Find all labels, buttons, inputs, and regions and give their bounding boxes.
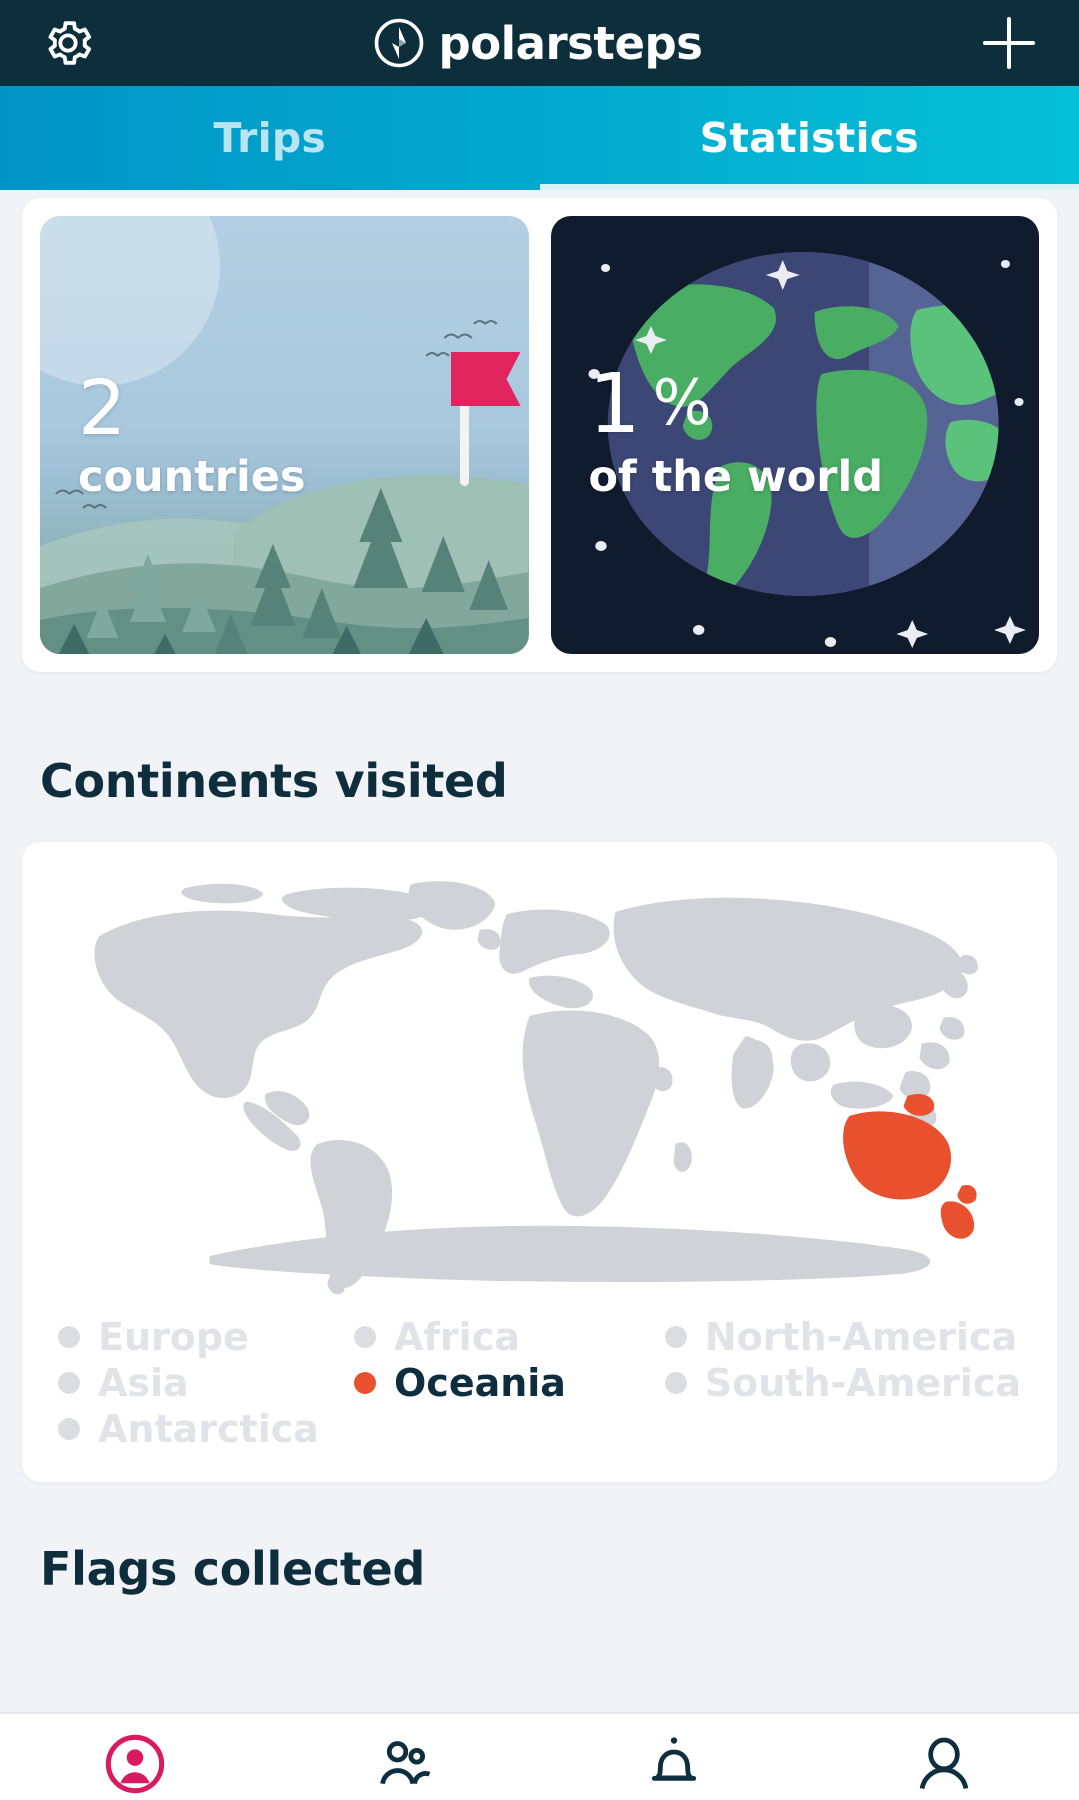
summary-cards: 2 countries 1 % of the world — [22, 198, 1057, 672]
nav-item-profile[interactable] — [0, 1714, 270, 1800]
add-trip-button[interactable] — [977, 11, 1041, 75]
statistics-scroll-area[interactable]: 2 countries 1 % of the world Continents … — [0, 190, 1079, 1800]
map-visited-oceania — [843, 1093, 977, 1239]
legend-label-europe: Europe — [98, 1315, 249, 1359]
countries-caption: countries — [78, 452, 306, 502]
world-map-svg — [94, 881, 978, 1295]
world-percent-caption: of the world — [588, 452, 884, 502]
tab-trips-label: Trips — [213, 114, 326, 162]
tab-trips[interactable]: Trips — [0, 86, 540, 190]
tab-bar: Trips Statistics — [0, 86, 1079, 190]
legend-item-south-america[interactable]: South-America — [664, 1360, 1021, 1406]
legend-label-africa: Africa — [393, 1315, 520, 1359]
legend-item-africa[interactable]: Africa — [353, 1314, 665, 1360]
legend-item-north-america[interactable]: North-America — [664, 1314, 1021, 1360]
legend-dot-icon — [664, 1372, 687, 1394]
world-percent-label: 1 % of the world — [588, 357, 884, 502]
profile-active-icon — [105, 1734, 165, 1794]
nav-item-notifications[interactable] — [540, 1714, 810, 1800]
nav-item-friends[interactable] — [270, 1714, 540, 1800]
flags-section-title: Flags collected — [40, 1542, 426, 1596]
app-root: polarsteps Trips Statistics 2 countries … — [0, 0, 1079, 1800]
top-app-bar: polarsteps — [0, 0, 1079, 86]
legend-dot-icon — [58, 1372, 80, 1394]
world-percent-value: 1 — [588, 357, 641, 453]
friends-icon — [379, 1741, 430, 1785]
legend-column-1: Europe Asia Antarctica — [58, 1314, 354, 1452]
countries-count: 2 — [78, 362, 127, 452]
gear-icon — [48, 21, 92, 65]
polarsteps-compass-icon — [374, 18, 423, 68]
legend-item-oceania[interactable]: Oceania — [353, 1360, 665, 1406]
countries-stat-label: 2 countries — [78, 362, 306, 502]
legend-item-asia[interactable]: Asia — [58, 1360, 354, 1406]
legend-dot-icon — [58, 1418, 80, 1440]
world-map[interactable] — [40, 868, 1039, 1298]
tab-statistics[interactable]: Statistics — [539, 86, 1079, 190]
legend-label-asia: Asia — [98, 1361, 189, 1405]
legend-label-north-america: North-America — [704, 1315, 1018, 1359]
bell-icon — [652, 1737, 697, 1781]
continents-section-title: Continents visited — [40, 754, 508, 808]
legend-item-europe[interactable]: Europe — [58, 1314, 354, 1360]
legend-dot-icon — [58, 1326, 80, 1348]
avatar-icon — [919, 1737, 969, 1790]
legend-dot-icon — [353, 1372, 376, 1394]
settings-button[interactable] — [38, 13, 98, 73]
map-unvisited-landmass — [94, 881, 978, 1295]
countries-stat-card[interactable]: 2 countries — [40, 216, 529, 654]
legend-label-oceania: Oceania — [393, 1361, 566, 1405]
brand-logo: polarsteps — [373, 17, 703, 70]
legend-item-antarctica[interactable]: Antarctica — [58, 1406, 354, 1452]
world-percent-stat-card[interactable]: 1 % of the world — [550, 216, 1039, 654]
continents-card: Europe Asia Antarctica Africa Oceania No… — [22, 842, 1057, 1482]
continents-legend: Europe Asia Antarctica Africa Oceania No… — [40, 1314, 1039, 1452]
legend-column-3: North-America South-America — [664, 1314, 1021, 1452]
legend-label-antarctica: Antarctica — [98, 1407, 319, 1451]
bottom-navigation-bar — [0, 1712, 1079, 1800]
nav-item-account[interactable] — [809, 1714, 1079, 1800]
percent-symbol: % — [652, 366, 712, 440]
legend-dot-icon — [353, 1326, 376, 1348]
legend-dot-icon — [664, 1326, 687, 1348]
tab-statistics-label: Statistics — [699, 114, 919, 162]
legend-label-south-america: South-America — [704, 1361, 1021, 1405]
brand-name: polarsteps — [438, 16, 703, 70]
legend-column-2: Africa Oceania — [353, 1314, 665, 1452]
